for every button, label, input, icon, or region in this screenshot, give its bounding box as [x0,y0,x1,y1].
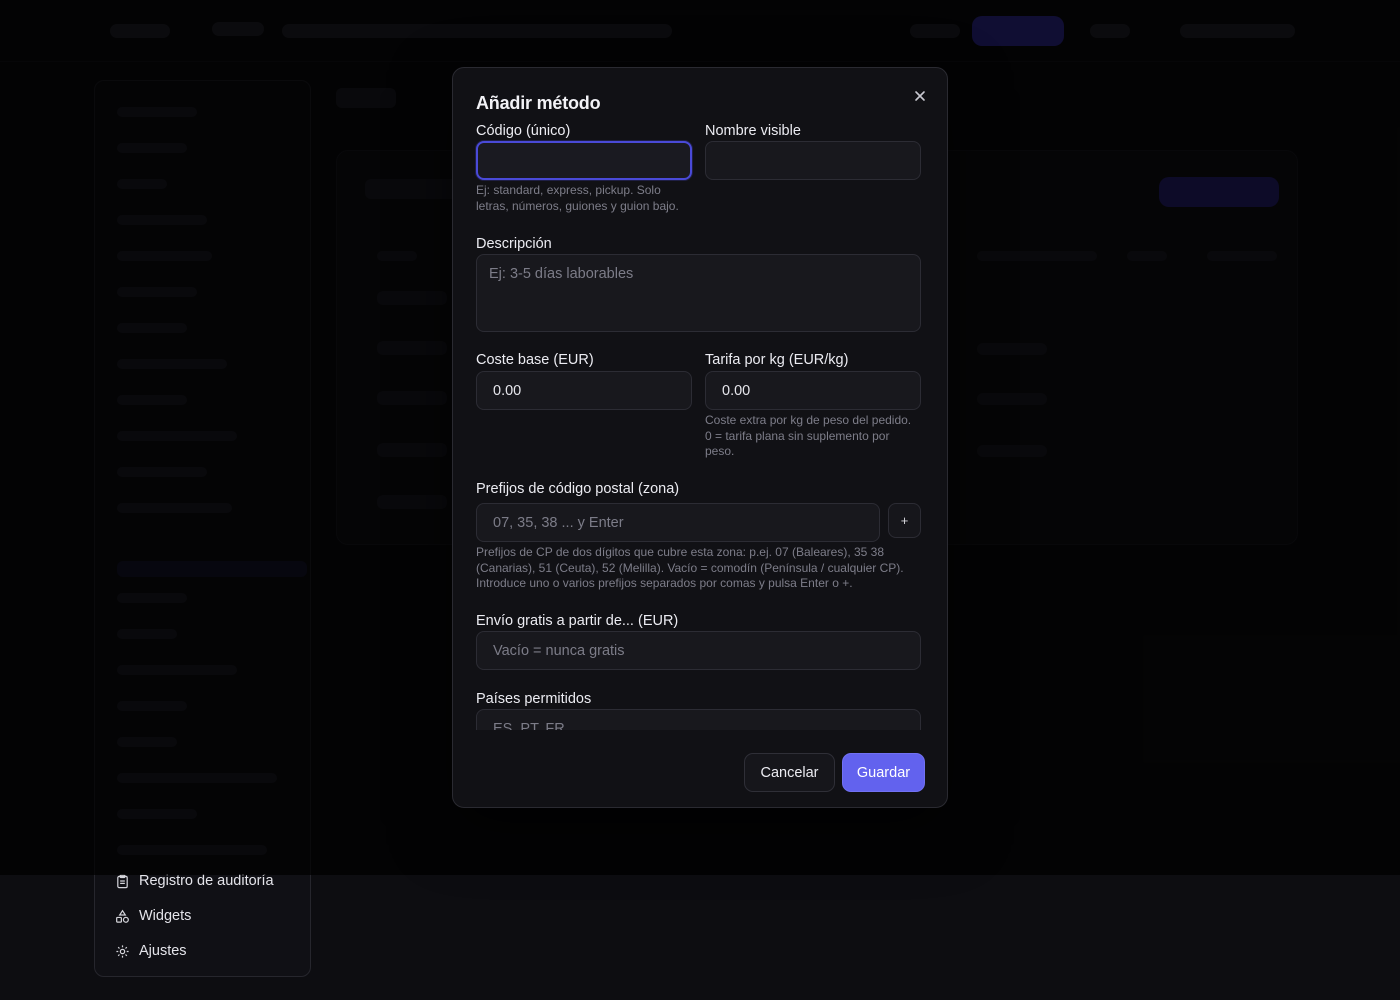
save-button[interactable]: Guardar [842,753,925,792]
add-method-dialog: Añadir método Código (único) Ej: standar… [452,67,948,808]
sidebar-item-label: Registro de auditoría [139,873,274,889]
free-shipping-label: Envío gratis a partir de... (EUR) [476,613,679,629]
code-input[interactable] [476,141,692,180]
countries-input[interactable] [476,709,921,730]
gear-icon [116,944,129,958]
dialog-scroll-area[interactable]: Código (único) Ej: standard, express, pi… [453,118,949,730]
code-hint: Ej: standard, express, pickup. Solo letr… [476,183,679,213]
sidebar-item-widgets[interactable]: Widgets [115,905,191,927]
base-cost-label: Coste base (EUR) [476,352,594,368]
zip-prefixes-hint: Prefijos de CP de dos dígitos que cubre … [476,545,904,591]
shapes-icon [116,909,129,923]
zip-prefixes-label: Prefijos de código postal (zona) [476,481,680,497]
description-label: Descripción [476,236,552,252]
description-textarea[interactable] [476,254,921,332]
per-kg-hint: Coste extra por kg de peso del pedido. 0… [705,413,912,459]
name-input[interactable] [705,141,921,180]
per-kg-label: Tarifa por kg (EUR/kg) [705,352,849,368]
free-shipping-input[interactable] [476,631,921,670]
clipboard-icon [117,874,128,888]
per-kg-input[interactable] [705,371,921,410]
countries-label: Países permitidos [476,691,592,707]
sidebar-item-settings[interactable]: Ajustes [115,940,187,962]
dialog-title: Añadir método [476,93,601,113]
add-prefix-button[interactable]: + [888,503,921,538]
cancel-button[interactable]: Cancelar [744,753,835,792]
base-cost-input[interactable] [476,371,692,410]
sidebar-item-label: Ajustes [139,943,187,959]
sidebar-item-label: Widgets [139,908,192,924]
code-label: Código (único) [476,123,571,139]
close-button[interactable] [911,87,929,105]
name-label: Nombre visible [705,123,801,139]
close-icon [915,91,925,101]
zip-prefixes-input[interactable] [476,503,880,542]
